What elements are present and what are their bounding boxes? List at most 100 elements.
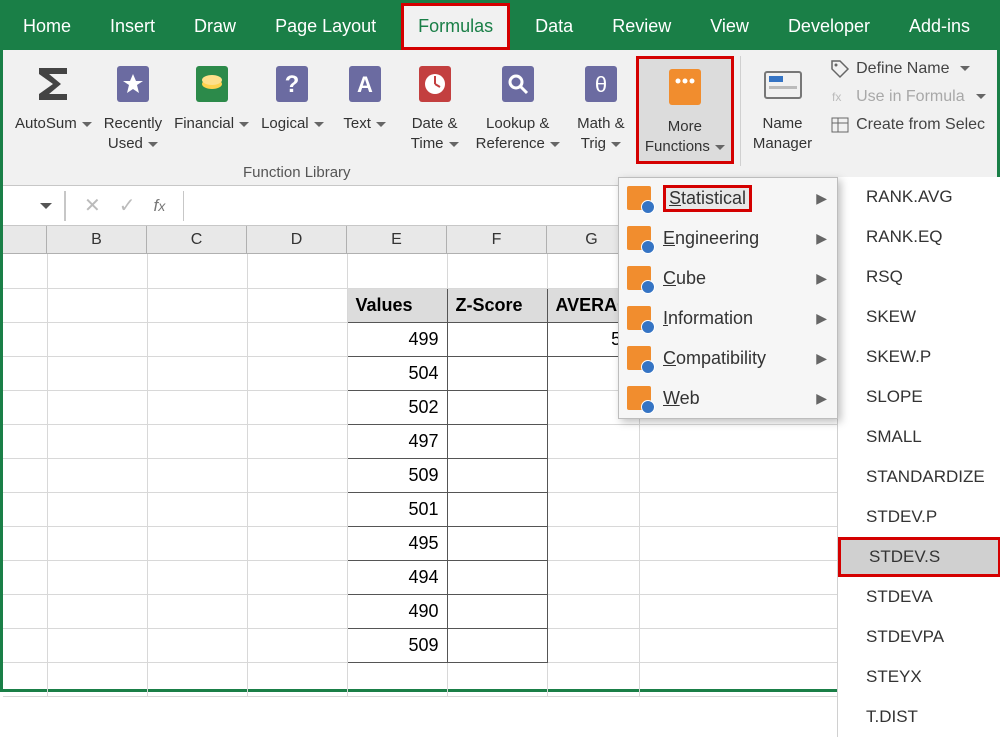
cell-value[interactable]: 497 — [347, 424, 447, 458]
tab-home[interactable]: Home — [9, 6, 85, 47]
tab-data[interactable]: Data — [521, 6, 587, 47]
star-book-icon — [110, 60, 156, 108]
function-item-skew-p[interactable]: SKEW.P — [838, 337, 1000, 377]
function-item-rank-eq[interactable]: RANK.EQ — [838, 217, 1000, 257]
cell-value[interactable]: 494 — [347, 560, 447, 594]
function-item-rank-avg[interactable]: RANK.AVG — [838, 177, 1000, 217]
tab-pagelayout[interactable]: Page Layout — [261, 6, 390, 47]
ribbon-tabstrip: Home Insert Draw Page Layout Formulas Da… — [3, 3, 997, 50]
col-header-d[interactable]: D — [247, 226, 347, 253]
tab-review[interactable]: Review — [598, 6, 685, 47]
col-header-e[interactable]: E — [347, 226, 447, 253]
name-manager-icon — [760, 60, 806, 108]
theta-book-icon: θ — [578, 60, 624, 108]
cell-value[interactable]: 495 — [347, 526, 447, 560]
cell-zscore[interactable] — [447, 458, 547, 492]
cell-zscore[interactable] — [447, 628, 547, 662]
chevron-right-icon: ▶ — [816, 390, 827, 407]
define-name-button[interactable]: Define Name — [826, 56, 989, 82]
tab-view[interactable]: View — [696, 6, 763, 47]
col-header-f[interactable]: F — [447, 226, 547, 253]
function-item-stdeva[interactable]: STDEVA — [838, 577, 1000, 617]
function-item-stdev-p[interactable]: STDEV.P — [838, 497, 1000, 537]
cell[interactable] — [547, 594, 640, 628]
function-item-standardize[interactable]: STANDARDIZE — [838, 457, 1000, 497]
cell-zscore[interactable] — [447, 390, 547, 424]
menu-item-information[interactable]: Information▶ — [619, 298, 837, 338]
search-book-icon — [495, 60, 541, 108]
cell[interactable] — [547, 424, 640, 458]
cell-value[interactable]: 504 — [347, 356, 447, 390]
cell-value[interactable]: 509 — [347, 458, 447, 492]
cell-value[interactable]: 499 — [347, 322, 447, 356]
cell-value[interactable]: 502 — [347, 390, 447, 424]
autosum-button[interactable]: AutoSum — [9, 56, 98, 138]
text-book-icon: A — [342, 60, 388, 108]
function-item-stdevpa[interactable]: STDEVPA — [838, 617, 1000, 657]
text-button[interactable]: A Text — [330, 56, 400, 138]
cell-zscore[interactable] — [447, 560, 547, 594]
datetime-button[interactable]: Date & Time — [400, 56, 470, 158]
chevron-right-icon: ▶ — [816, 350, 827, 367]
chevron-right-icon: ▶ — [816, 190, 827, 207]
more-functions-menu: Statistical▶Engineering▶Cube▶Information… — [618, 177, 838, 419]
cell[interactable] — [547, 458, 640, 492]
tab-formulas[interactable]: Formulas — [401, 3, 510, 50]
cell-zscore[interactable] — [447, 322, 547, 356]
fx-icon[interactable]: fx — [154, 196, 166, 216]
chevron-right-icon: ▶ — [816, 270, 827, 287]
cell[interactable] — [547, 526, 640, 560]
fx-icon: fx — [830, 87, 850, 107]
chevron-right-icon: ▶ — [816, 230, 827, 247]
category-icon — [627, 306, 651, 330]
menu-item-compatibility[interactable]: Compatibility▶ — [619, 338, 837, 378]
select-all-corner[interactable] — [3, 226, 47, 253]
group-label: Function Library — [243, 164, 351, 181]
tab-draw[interactable]: Draw — [180, 6, 250, 47]
category-icon — [627, 346, 651, 370]
function-item-skew[interactable]: SKEW — [838, 297, 1000, 337]
col-header-b[interactable]: B — [47, 226, 147, 253]
menu-item-statistical[interactable]: Statistical▶ — [619, 178, 837, 218]
cell-value[interactable]: 501 — [347, 492, 447, 526]
tab-insert[interactable]: Insert — [96, 6, 169, 47]
cancel-icon: ✕ — [84, 193, 101, 218]
statistical-functions-menu: RANK.AVGRANK.EQRSQSKEWSKEW.PSLOPESMALLST… — [837, 177, 1000, 737]
function-item-rsq[interactable]: RSQ — [838, 257, 1000, 297]
menu-item-web[interactable]: Web▶ — [619, 378, 837, 418]
function-item-steyx[interactable]: STEYX — [838, 657, 1000, 697]
grid-icon — [830, 115, 850, 135]
more-functions-button[interactable]: More Functions — [636, 56, 734, 164]
recently-used-button[interactable]: Recently Used — [98, 56, 168, 158]
cell-header-zscore[interactable]: Z-Score — [447, 288, 547, 322]
category-icon — [627, 266, 651, 290]
menu-item-engineering[interactable]: Engineering▶ — [619, 218, 837, 258]
mathtrig-button[interactable]: θ Math & Trig — [566, 56, 636, 158]
name-manager-button[interactable]: Name Manager — [747, 56, 818, 158]
cell-zscore[interactable] — [447, 356, 547, 390]
cell-zscore[interactable] — [447, 492, 547, 526]
cell[interactable] — [547, 492, 640, 526]
name-box[interactable] — [3, 191, 65, 221]
col-header-c[interactable]: C — [147, 226, 247, 253]
function-item-t-dist[interactable]: T.DIST — [838, 697, 1000, 737]
more-book-icon — [662, 63, 708, 111]
financial-button[interactable]: Financial — [168, 56, 255, 138]
create-from-selection-button[interactable]: Create from Selec — [826, 112, 989, 138]
tab-addins[interactable]: Add-ins — [895, 6, 984, 47]
function-item-slope[interactable]: SLOPE — [838, 377, 1000, 417]
cell[interactable] — [547, 560, 640, 594]
cell-zscore[interactable] — [447, 594, 547, 628]
cell-header-values[interactable]: Values — [347, 288, 447, 322]
cell-value[interactable]: 490 — [347, 594, 447, 628]
cell-value[interactable]: 509 — [347, 628, 447, 662]
lookup-button[interactable]: Lookup & Reference — [470, 56, 566, 158]
tab-developer[interactable]: Developer — [774, 6, 884, 47]
cell[interactable] — [547, 628, 640, 662]
function-item-stdev-s[interactable]: STDEV.S — [838, 537, 1000, 577]
cell-zscore[interactable] — [447, 526, 547, 560]
logical-button[interactable]: ? Logical — [255, 56, 330, 138]
cell-zscore[interactable] — [447, 424, 547, 458]
menu-item-cube[interactable]: Cube▶ — [619, 258, 837, 298]
function-item-small[interactable]: SMALL — [838, 417, 1000, 457]
